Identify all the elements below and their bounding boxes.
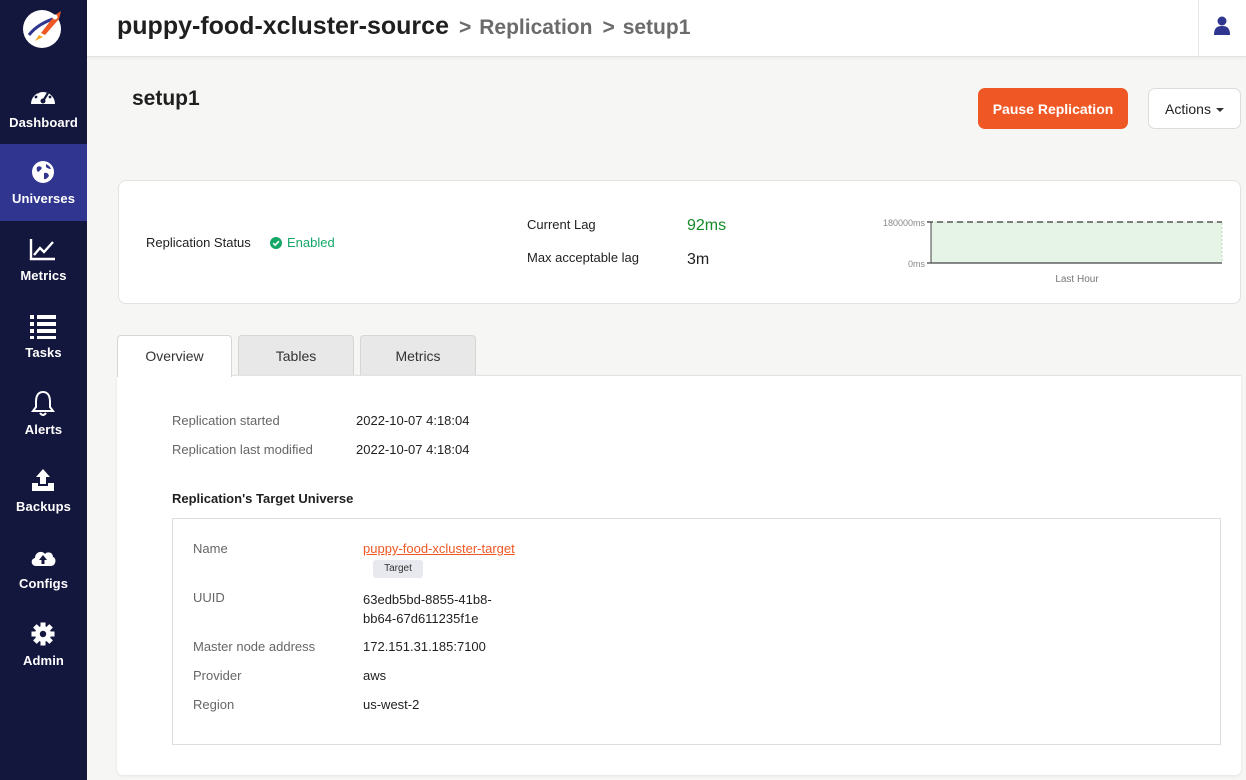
breadcrumb: puppy-food-xcluster-source > Replication… — [117, 12, 690, 44]
breadcrumb-replication-link[interactable]: Replication — [479, 16, 592, 40]
target-uuid-label: UUID — [193, 590, 225, 605]
bell-icon — [31, 390, 55, 416]
sidebar-item-label: Admin — [23, 653, 64, 668]
region-label: Region — [193, 697, 235, 712]
lag-area-series — [930, 221, 1223, 264]
gear-icon — [31, 622, 55, 646]
line-chart-icon — [29, 239, 55, 261]
uuid-line: bb64-67d611235f1e — [363, 611, 479, 626]
uuid-line: 63edb5bd-8855-41b8- — [363, 592, 492, 607]
user-menu[interactable] — [1198, 0, 1246, 56]
sidebar-item-label: Universes — [11, 191, 76, 206]
upload-icon — [32, 469, 54, 491]
chevron-right-icon: > — [602, 16, 615, 39]
replication-modified-value: 2022-10-07 4:18:04 — [356, 442, 470, 457]
region-value: us-west-2 — [363, 697, 420, 712]
lag-chart: 180000ms 0ms Last Hour — [883, 218, 1223, 285]
caret-down-icon — [1215, 107, 1224, 112]
tab-overview[interactable]: Overview — [117, 335, 232, 377]
target-universe-box: Name puppy-food-xcluster-target Target U… — [172, 518, 1221, 745]
sidebar-item-admin[interactable]: Admin — [0, 606, 87, 683]
replication-started-label: Replication started — [172, 413, 280, 428]
globe-icon — [32, 161, 54, 183]
target-badge: Target — [373, 560, 423, 578]
breadcrumb-current-item: setup1 — [622, 16, 691, 39]
y-tick-label: 180000ms — [883, 218, 926, 228]
replication-status-value: Enabled — [270, 235, 335, 250]
replication-modified-label: Replication last modified — [172, 442, 313, 457]
sidebar-item-alerts[interactable]: Alerts — [0, 375, 87, 452]
sidebar: Dashboard Universes Metrics Tasks Alerts — [0, 0, 87, 780]
sidebar-item-backups[interactable]: Backups — [0, 452, 87, 529]
current-lag-value: 92ms — [687, 217, 727, 234]
provider-label: Provider — [193, 668, 242, 683]
max-lag-value: 3m — [687, 251, 710, 268]
top-header: puppy-food-xcluster-source > Replication… — [87, 0, 1246, 57]
sidebar-item-configs[interactable]: Configs — [0, 529, 87, 606]
provider-value: aws — [363, 668, 387, 683]
dashboard-icon — [31, 88, 55, 104]
target-universe-link[interactable]: puppy-food-xcluster-target — [363, 541, 515, 556]
y-tick-label: 0ms — [908, 259, 926, 269]
app-logo[interactable] — [21, 7, 65, 49]
current-lag-label: Current Lag — [527, 217, 596, 232]
sidebar-item-label: Configs — [18, 576, 69, 591]
sidebar-item-dashboard[interactable]: Dashboard — [0, 68, 87, 145]
x-axis-label: Last Hour — [1055, 274, 1099, 285]
tab-metrics[interactable]: Metrics — [360, 335, 476, 376]
user-icon — [1214, 16, 1230, 35]
sidebar-item-label: Metrics — [20, 268, 67, 283]
breadcrumb-universe-link[interactable]: puppy-food-xcluster-source — [117, 12, 449, 41]
pause-replication-button[interactable]: Pause Replication — [978, 88, 1128, 129]
replication-started-value: 2022-10-07 4:18:04 — [356, 413, 470, 428]
overview-panel: Replication started 2022-10-07 4:18:04 R… — [117, 375, 1241, 775]
sidebar-item-label: Backups — [16, 499, 71, 514]
sidebar-item-universes[interactable]: Universes — [0, 144, 87, 221]
sidebar-item-label: Tasks — [25, 345, 62, 360]
actions-button-label: Actions — [1165, 100, 1211, 117]
sidebar-item-metrics[interactable]: Metrics — [0, 221, 87, 298]
page-title: setup1 — [132, 87, 200, 110]
master-address-value: 172.151.31.185:7100 — [363, 639, 486, 654]
target-uuid-value: 63edb5bd-8855-41b8- bb64-67d611235f1e — [363, 590, 523, 628]
tab-tables[interactable]: Tables — [238, 335, 354, 376]
target-name-label: Name — [193, 541, 228, 556]
sidebar-item-tasks[interactable]: Tasks — [0, 298, 87, 375]
check-circle-icon — [270, 236, 282, 249]
replication-status-label: Replication Status — [146, 235, 251, 250]
cloud-upload-icon — [31, 551, 56, 566]
master-address-label: Master node address — [193, 639, 316, 654]
rocket-logo-icon — [23, 10, 61, 48]
max-lag-label: Max acceptable lag — [527, 250, 640, 265]
status-enabled-text: Enabled — [287, 235, 335, 250]
sidebar-item-label: Alerts — [24, 422, 63, 437]
actions-dropdown-button[interactable]: Actions — [1148, 88, 1241, 129]
sidebar-item-label: Dashboard — [9, 115, 78, 130]
list-icon — [30, 315, 56, 339]
chevron-right-icon: > — [458, 16, 472, 39]
target-universe-heading: Replication's Target Universe — [172, 491, 354, 506]
replication-status-card: Replication Status Enabled Current Lag 9… — [118, 180, 1241, 304]
